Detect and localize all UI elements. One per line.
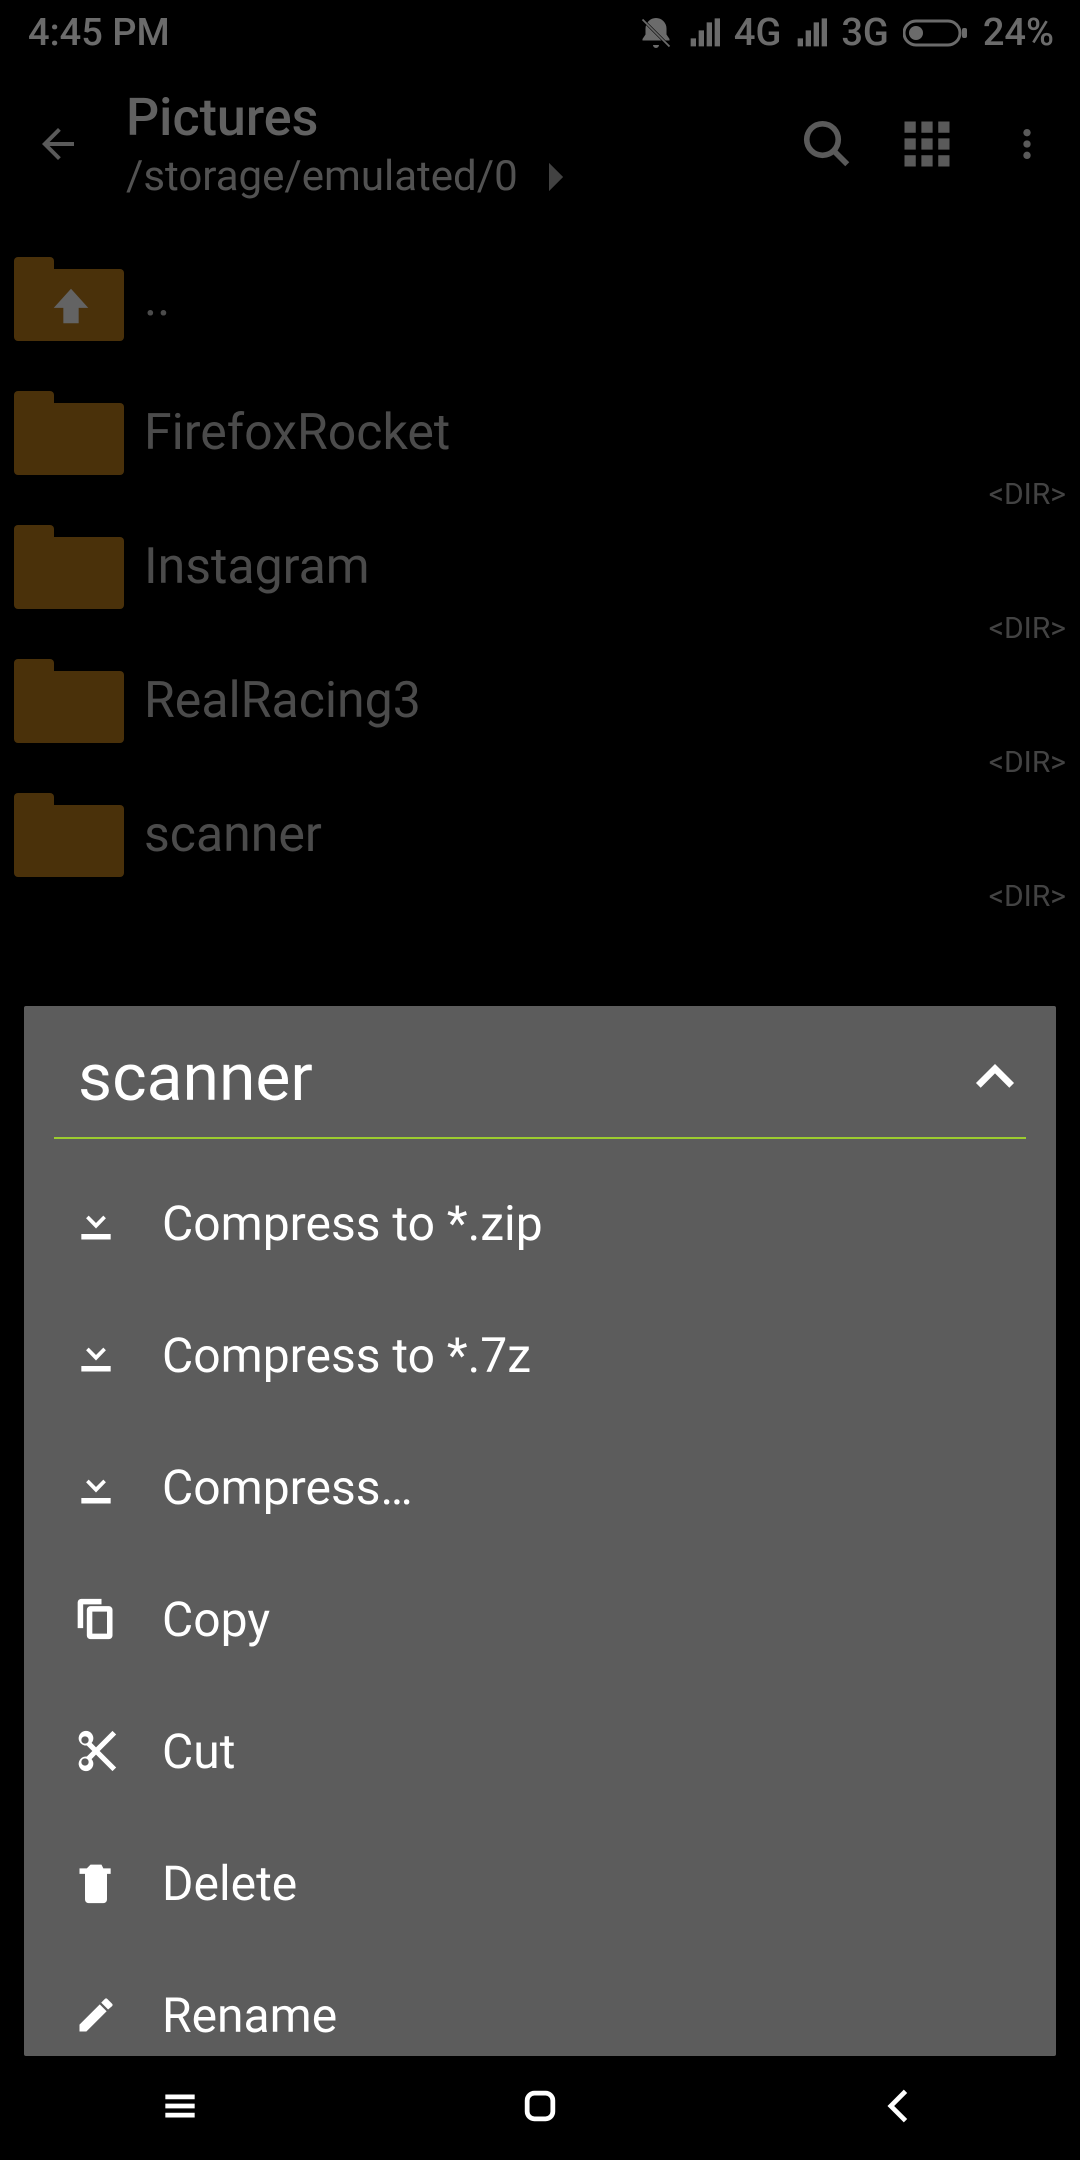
sheet-title: scanner — [78, 1040, 313, 1117]
status-right: 4G 3G 24% — [638, 11, 1054, 55]
sheet-item-compress-7z[interactable]: Compress to *.7z — [54, 1289, 1026, 1421]
page-title: Pictures — [126, 87, 564, 148]
pencil-icon — [68, 1987, 124, 2043]
sheet-item-copy[interactable]: Copy — [54, 1553, 1026, 1685]
search-button[interactable] — [798, 115, 856, 173]
sheet-item-label: Delete — [162, 1855, 297, 1912]
copy-icon — [68, 1591, 124, 1647]
folder-name: FirefoxRocket — [144, 404, 450, 462]
status-time: 4:45 PM — [28, 11, 170, 55]
sheet-item-rename[interactable]: Rename — [54, 1949, 1026, 2056]
sheet-item-label: Compress to *.zip — [162, 1195, 543, 1252]
folder-icon — [14, 391, 124, 475]
download-icon — [68, 1327, 124, 1383]
list-item[interactable]: FirefoxRocket <DIR> — [0, 366, 1080, 500]
folder-name: Instagram — [144, 538, 370, 596]
path-dropdown-icon — [534, 162, 564, 192]
sheet-item-delete[interactable]: Delete — [54, 1817, 1026, 1949]
folder-name: RealRacing3 — [144, 672, 421, 730]
back-nav-button[interactable] — [878, 2084, 922, 2132]
sheet-item-compress[interactable]: Compress… — [54, 1421, 1026, 1553]
folder-up-icon — [14, 257, 124, 341]
home-button[interactable] — [518, 2084, 562, 2132]
signal-1-icon — [688, 17, 720, 49]
cut-icon — [68, 1723, 124, 1779]
download-icon — [68, 1195, 124, 1251]
dir-tag: <DIR> — [989, 879, 1066, 914]
sheet-item-label: Copy — [162, 1591, 270, 1648]
sheet-header[interactable]: scanner — [54, 1032, 1026, 1137]
collapse-icon[interactable] — [970, 1052, 1020, 1106]
network-1-label: 4G — [734, 11, 781, 55]
file-list: .. FirefoxRocket <DIR> Instagram <DIR> R… — [0, 222, 1080, 902]
appbar-actions — [798, 115, 1056, 173]
battery-label: 24% — [983, 11, 1054, 55]
grid-view-button[interactable] — [898, 115, 956, 173]
sheet-item-label: Compress… — [162, 1459, 413, 1516]
list-item[interactable]: RealRacing3 <DIR> — [0, 634, 1080, 768]
signal-2-icon — [795, 17, 827, 49]
sheet-item-compress-zip[interactable]: Compress to *.zip — [54, 1157, 1026, 1289]
list-item[interactable]: Instagram <DIR> — [0, 500, 1080, 634]
sheet-item-label: Cut — [162, 1723, 235, 1780]
folder-icon — [14, 793, 124, 877]
sheet-divider — [54, 1137, 1026, 1139]
sheet-item-label: Rename — [162, 1987, 337, 2044]
appbar-title-block[interactable]: Pictures /storage/emulated/0 — [126, 87, 564, 201]
up-row[interactable]: .. — [0, 232, 1080, 366]
back-button[interactable] — [18, 104, 98, 184]
sheet-item-label: Compress to *.7z — [162, 1327, 531, 1384]
network-2-label: 3G — [841, 11, 888, 55]
list-item[interactable]: scanner <DIR> — [0, 768, 1080, 902]
folder-icon — [14, 525, 124, 609]
battery-icon — [903, 17, 969, 49]
up-label: .. — [144, 270, 170, 328]
download-icon — [68, 1459, 124, 1515]
recents-button[interactable] — [158, 2084, 202, 2132]
folder-icon — [14, 659, 124, 743]
page-path: /storage/emulated/0 — [126, 152, 564, 201]
folder-name: scanner — [144, 806, 322, 864]
trash-icon — [68, 1855, 124, 1911]
dnd-icon — [638, 15, 674, 51]
app-bar: Pictures /storage/emulated/0 — [0, 66, 1080, 222]
status-bar: 4:45 PM 4G 3G 24% — [0, 0, 1080, 66]
system-nav — [0, 2056, 1080, 2160]
page-path-text: /storage/emulated/0 — [126, 152, 518, 201]
context-sheet: scanner Compress to *.zip Compress to *.… — [24, 1006, 1056, 2056]
sheet-item-cut[interactable]: Cut — [54, 1685, 1026, 1817]
more-button[interactable] — [998, 115, 1056, 173]
